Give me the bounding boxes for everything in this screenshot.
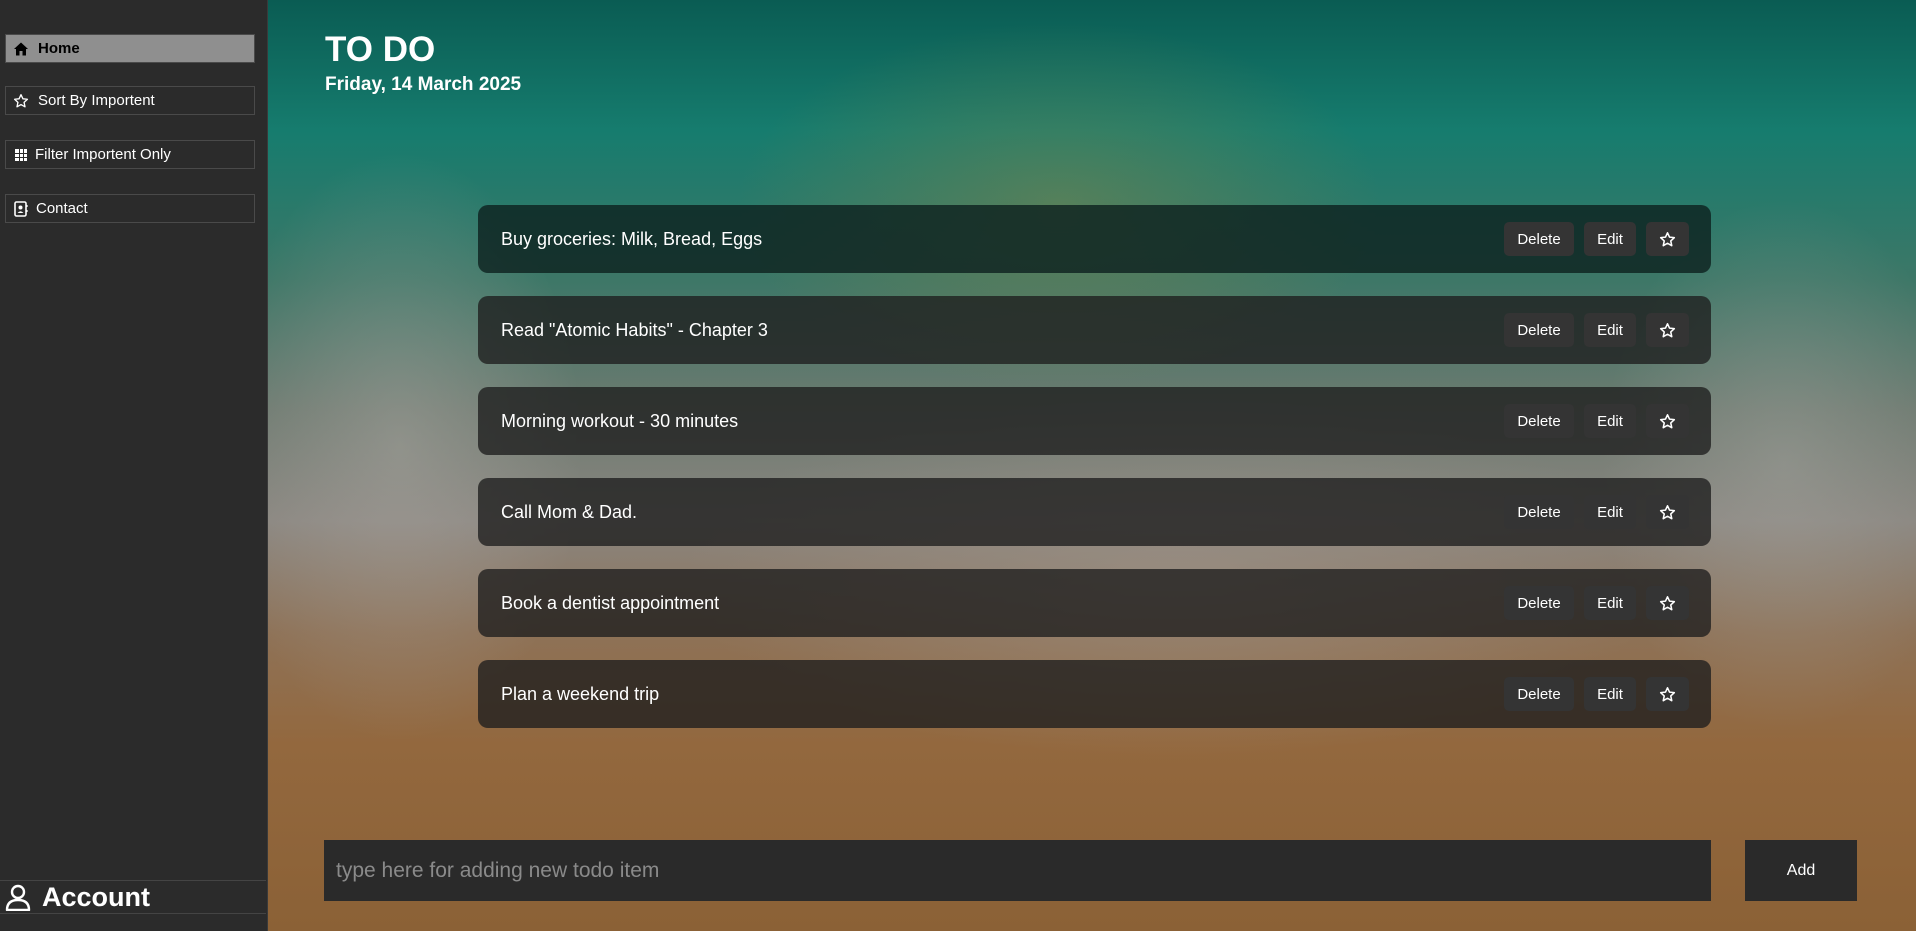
user-icon xyxy=(4,882,34,912)
edit-button[interactable]: Edit xyxy=(1584,677,1636,711)
main-content: TO DO Friday, 14 March 2025 Buy grocerie… xyxy=(268,0,1916,931)
delete-button[interactable]: Delete xyxy=(1504,495,1574,529)
sidebar-item-filter-importent-only[interactable]: Filter Importent Only xyxy=(5,140,255,169)
todo-text: Book a dentist appointment xyxy=(501,592,720,613)
edit-button[interactable]: Edit xyxy=(1584,495,1636,529)
star-button[interactable] xyxy=(1646,495,1689,529)
todo-text: Call Mom & Dad. xyxy=(501,501,638,522)
star-icon xyxy=(12,92,30,110)
star-icon xyxy=(1659,231,1676,246)
todo-item: Book a dentist appointment Delete Edit xyxy=(478,569,1711,637)
star-icon xyxy=(1659,413,1676,428)
filter-grid-icon xyxy=(12,146,30,164)
delete-button[interactable]: Delete xyxy=(1504,222,1574,256)
edit-button[interactable]: Edit xyxy=(1584,222,1636,256)
todo-item: Morning workout - 30 minutes Delete Edit xyxy=(478,387,1711,455)
delete-button[interactable]: Delete xyxy=(1504,404,1574,438)
sidebar-item-label: Sort By Importent xyxy=(38,92,155,109)
sidebar: Home Sort By Importent Filter Importent … xyxy=(0,0,268,931)
todo-item: Call Mom & Dad. Delete Edit xyxy=(478,478,1711,546)
star-button[interactable] xyxy=(1646,404,1689,438)
add-button[interactable]: Add xyxy=(1745,840,1857,901)
sidebar-item-label: Filter Importent Only xyxy=(35,146,171,163)
account-label: Account xyxy=(42,881,150,912)
star-button[interactable] xyxy=(1646,313,1689,347)
todo-text: Morning workout - 30 minutes xyxy=(501,410,739,431)
sidebar-item-sort-by-importent[interactable]: Sort By Importent xyxy=(5,86,255,115)
todo-item: Plan a weekend trip Delete Edit xyxy=(478,660,1711,728)
current-date: Friday, 14 March 2025 xyxy=(325,74,522,95)
star-icon xyxy=(1659,686,1676,701)
star-button[interactable] xyxy=(1646,222,1689,256)
edit-button[interactable]: Edit xyxy=(1584,586,1636,620)
star-icon xyxy=(1659,595,1676,610)
delete-button[interactable]: Delete xyxy=(1504,586,1574,620)
todo-item: Read "Atomic Habits" - Chapter 3 Delete … xyxy=(478,296,1711,364)
star-icon xyxy=(1659,322,1676,337)
contact-card-icon xyxy=(12,200,30,218)
edit-button[interactable]: Edit xyxy=(1584,404,1636,438)
delete-button[interactable]: Delete xyxy=(1504,313,1574,347)
sidebar-item-home[interactable]: Home xyxy=(5,34,255,63)
todo-text: Read "Atomic Habits" - Chapter 3 xyxy=(501,319,768,340)
edit-button[interactable]: Edit xyxy=(1584,313,1636,347)
sidebar-item-label: Home xyxy=(38,40,80,57)
account-button[interactable]: Account xyxy=(0,880,266,914)
sidebar-item-contact[interactable]: Contact xyxy=(5,194,255,223)
todo-text: Plan a weekend trip xyxy=(501,683,660,704)
page-title: TO DO xyxy=(325,30,436,69)
new-todo-input[interactable] xyxy=(324,840,1711,901)
sidebar-item-label: Contact xyxy=(36,200,88,217)
star-button[interactable] xyxy=(1646,677,1689,711)
todo-text: Buy groceries: Milk, Bread, Eggs xyxy=(501,228,763,249)
home-icon xyxy=(12,40,30,58)
star-icon xyxy=(1659,504,1676,519)
delete-button[interactable]: Delete xyxy=(1504,677,1574,711)
star-button[interactable] xyxy=(1646,586,1689,620)
todo-item: Buy groceries: Milk, Bread, Eggs Delete … xyxy=(478,205,1711,273)
